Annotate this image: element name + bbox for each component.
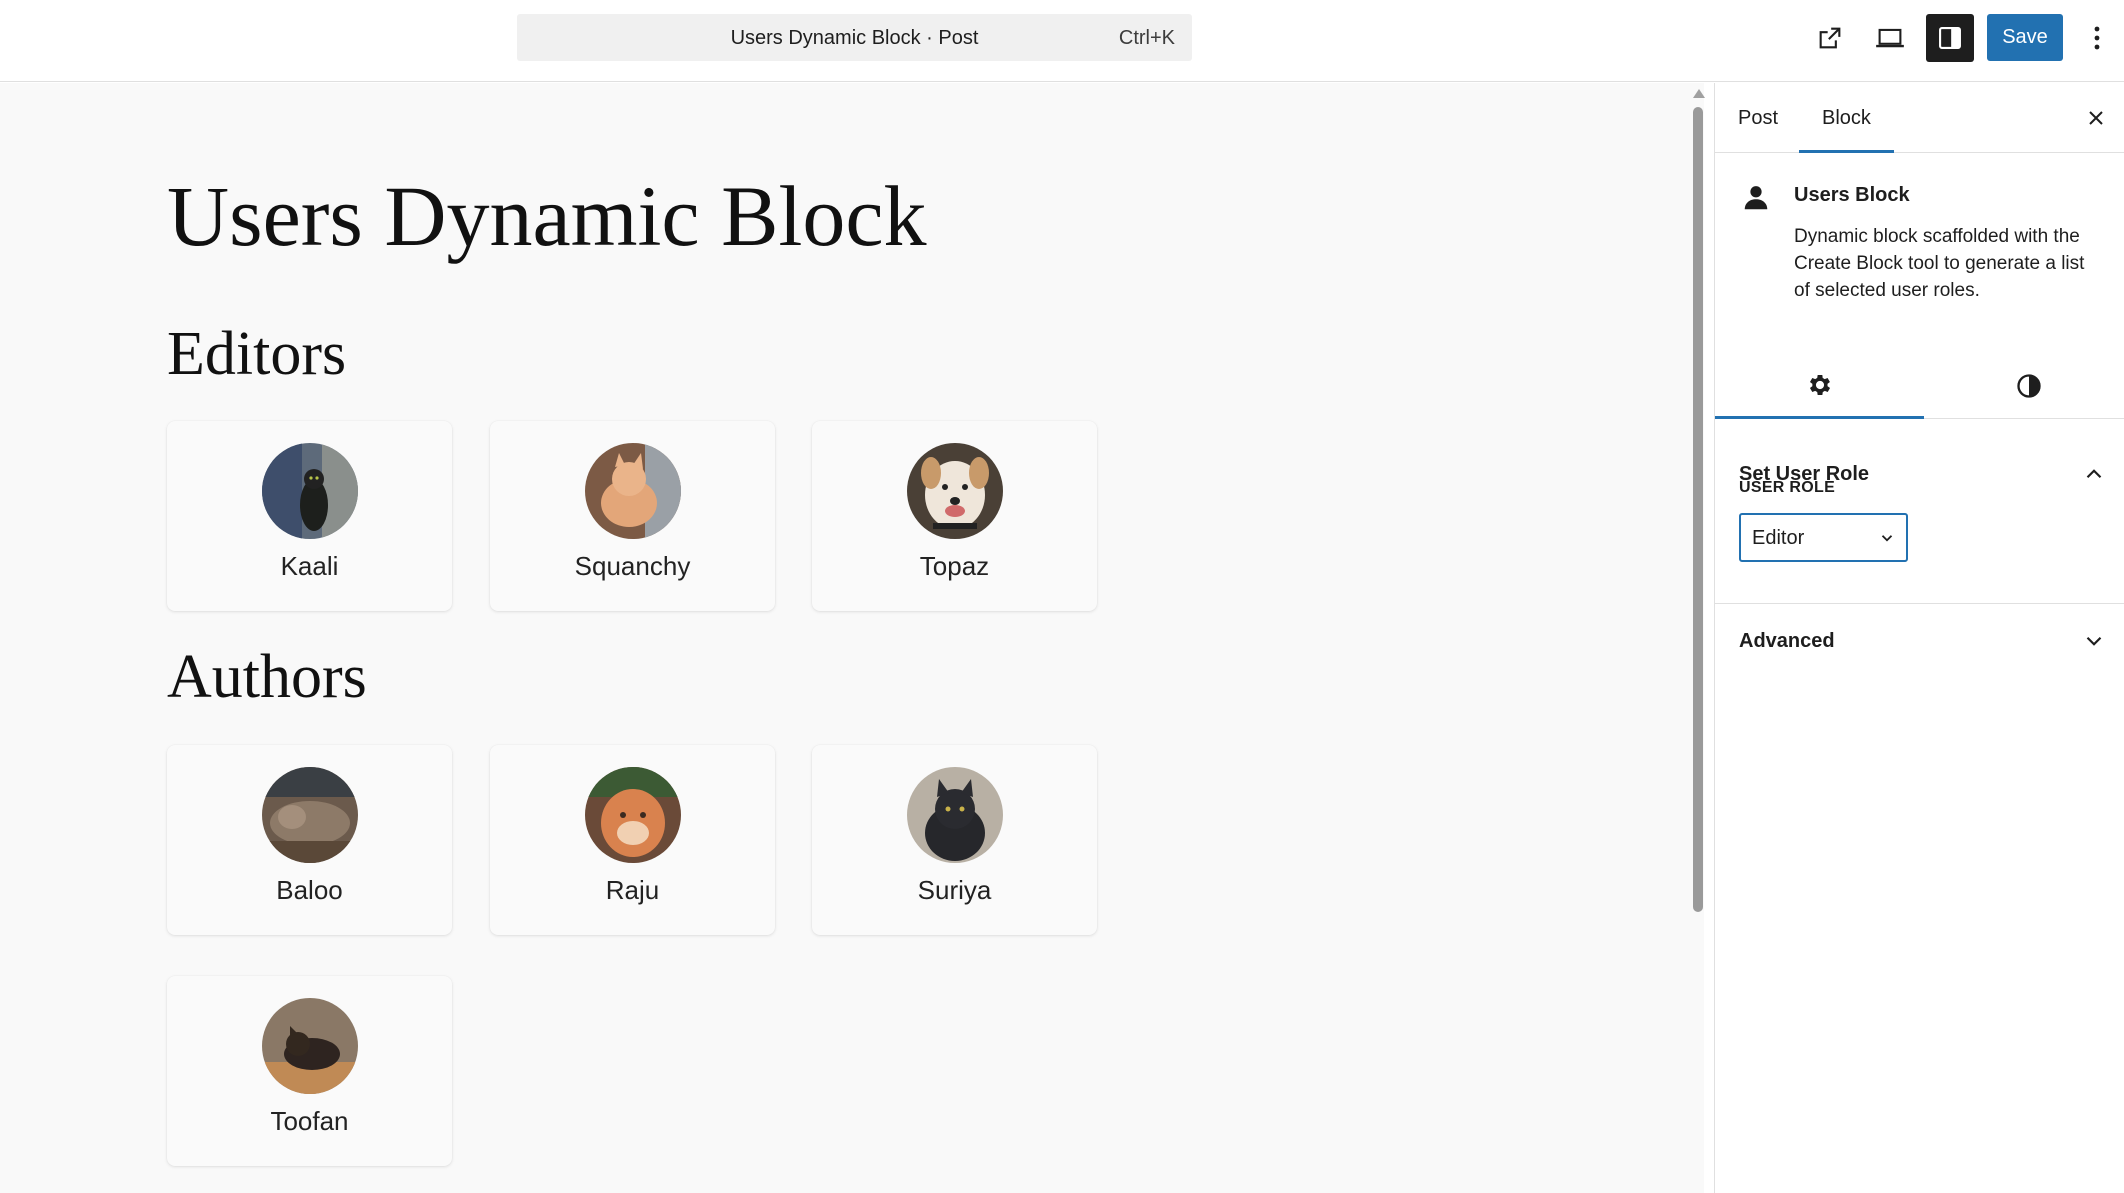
user-name: Raju [605, 875, 660, 905]
settings-sidebar-icon [1939, 27, 1961, 49]
view-post-button[interactable] [1806, 14, 1854, 62]
external-link-icon [1819, 27, 1841, 49]
more-options-button[interactable] [2076, 14, 2118, 62]
user-name: Squanchy [574, 551, 691, 581]
scroll-up-arrow[interactable] [1693, 89, 1705, 98]
block-title: Users Block [1794, 184, 1910, 206]
panel-title: Advanced [1739, 630, 1835, 652]
save-button[interactable]: Save [1987, 14, 2063, 61]
chevron-up-icon [2086, 469, 2102, 479]
avatar [262, 443, 358, 539]
block-description: Dynamic block scaffolded with the Create… [1794, 226, 2085, 301]
preview-button[interactable] [1866, 14, 1914, 62]
avatar [907, 767, 1003, 863]
document-title: Users Dynamic Block · Post [730, 27, 979, 49]
user-name: Suriya [917, 875, 992, 905]
avatar [585, 767, 681, 863]
tab-post[interactable]: Post [1715, 83, 1801, 153]
user-role-label: USER ROLE [1739, 479, 1836, 496]
section-heading-authors[interactable]: Authors [167, 646, 367, 708]
post-title[interactable]: Users Dynamic Block [167, 173, 927, 259]
preview-icon [1876, 28, 1904, 48]
user-card[interactable]: Suriya [812, 745, 1097, 935]
styles-contrast-icon [2016, 374, 2041, 398]
user-card[interactable]: Kaali [167, 421, 452, 611]
tab-settings[interactable] [1715, 353, 1924, 419]
chevron-down-icon [1881, 535, 1893, 542]
editor-header: Users Dynamic Block · Post Ctrl+K Save [0, 0, 2124, 82]
user-card[interactable]: Baloo [167, 745, 452, 935]
user-name: Topaz [919, 551, 990, 581]
more-options-icon [2094, 26, 2100, 50]
tab-block[interactable]: Block [1799, 83, 1894, 153]
command-shortcut: Ctrl+K [1118, 27, 1175, 49]
close-sidebar-button[interactable] [2077, 99, 2115, 137]
settings-gear-icon [1809, 374, 1830, 395]
section-heading-editors[interactable]: Editors [167, 323, 346, 385]
tab-styles[interactable] [1924, 353, 2124, 419]
user-role-select[interactable]: Editor [1739, 513, 1908, 562]
avatar [262, 767, 358, 863]
person-icon [1744, 186, 1768, 210]
user-name: Baloo [276, 875, 343, 905]
command-center-button[interactable]: Users Dynamic Block · Post Ctrl+K [517, 14, 1192, 61]
user-card[interactable]: Raju [490, 745, 775, 935]
user-card[interactable]: Squanchy [490, 421, 775, 611]
scrollbar-thumb[interactable] [1693, 107, 1703, 912]
avatar [585, 443, 681, 539]
select-value: Editor [1752, 527, 1805, 549]
user-card[interactable]: Toofan [167, 976, 452, 1166]
user-name: Toofan [270, 1106, 349, 1136]
close-icon [2089, 111, 2103, 125]
advanced-panel-toggle[interactable]: Advanced [1715, 604, 2124, 680]
editor-canvas[interactable]: Users Dynamic Block Editors Kaali Squanc… [0, 83, 1690, 1193]
block-card: Users Block Dynamic block scaffolded wit… [1715, 153, 2124, 353]
set-user-role-panel-toggle[interactable]: Set User Role [1715, 437, 2124, 513]
user-card[interactable]: Topaz [812, 421, 1097, 611]
canvas-scrollbar[interactable] [1690, 83, 1705, 1193]
user-name: Kaali [280, 551, 339, 581]
avatar [907, 443, 1003, 539]
settings-sidebar: Post Block Users Block Dynamic block sca… [1714, 83, 2124, 1193]
avatar [262, 998, 358, 1094]
chevron-down-icon [2086, 636, 2102, 646]
settings-sidebar-toggle[interactable] [1926, 14, 1974, 62]
block-inspector-tabs [1715, 353, 2124, 419]
sidebar-tabs: Post Block [1715, 83, 2124, 153]
